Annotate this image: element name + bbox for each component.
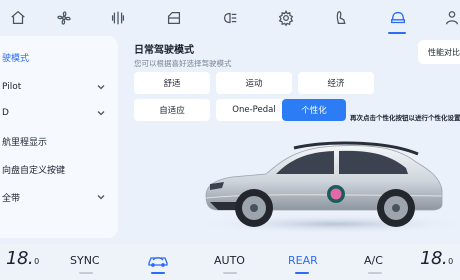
- rear-indicator: [295, 272, 309, 274]
- mode-comfort-button[interactable]: 舒适: [134, 72, 210, 94]
- chevron-down-icon: [97, 85, 105, 90]
- section-hint: 您可以根据喜好选择驾驶模式: [134, 59, 232, 68]
- seat-icon[interactable]: [330, 6, 354, 30]
- sidebar-item-drive-mode[interactable]: 驶模式: [0, 46, 118, 68]
- fan-icon[interactable]: [52, 6, 76, 30]
- sidebar-item-label: 向盘自定义按键: [2, 165, 66, 176]
- recirculation-indicator: [151, 272, 165, 274]
- vehicle-illustration: [194, 141, 454, 232]
- sidebar-item-label: 驶模式: [2, 53, 30, 64]
- drive-mode-panel: 日常驾驶模式 您可以根据喜好选择驾驶模式 性能对比 舒适 运动 经济 自适应 O…: [118, 36, 460, 238]
- mode-personalized-button[interactable]: 个性化: [282, 99, 346, 121]
- personalize-tip: 再次点击个性化按钮以进行个性化设置: [350, 114, 460, 122]
- top-function-bar: [0, 0, 460, 36]
- mode-one-pedal-button[interactable]: One-Pedal: [216, 99, 292, 121]
- sidebar-item-d[interactable]: D: [0, 102, 118, 124]
- auto-button[interactable]: AUTO: [214, 254, 245, 267]
- auto-indicator: [223, 272, 237, 274]
- ac-indicator: [368, 272, 382, 274]
- passenger-temp-decimal: 0: [448, 257, 453, 266]
- sidebar-item-label: 全带: [2, 193, 21, 204]
- performance-compare-button[interactable]: 性能对比: [418, 40, 460, 64]
- rear-button[interactable]: REAR: [288, 254, 318, 267]
- heated-seat-icon[interactable]: [106, 6, 130, 30]
- sidebar-item-label: 航里程显示: [2, 137, 48, 148]
- sidebar: 驶模式 Pilot D 航里程显示 向盘自定义按键 全带: [0, 36, 118, 238]
- sync-button[interactable]: SYNC: [70, 254, 100, 267]
- driver-temp-value: 18.: [6, 248, 34, 269]
- car-recirculation-icon[interactable]: [146, 252, 170, 268]
- home-icon[interactable]: [6, 6, 30, 30]
- section-title: 日常驾驶模式: [134, 45, 194, 56]
- sidebar-item-range-display[interactable]: 航里程显示: [0, 130, 118, 152]
- vehicle-drive-icon[interactable]: [386, 6, 410, 30]
- sidebar-item-label: D: [2, 108, 9, 118]
- person-icon[interactable]: [440, 6, 460, 30]
- mode-adaptive-button[interactable]: 自适应: [134, 99, 210, 121]
- sidebar-item-pilot[interactable]: Pilot: [0, 76, 118, 98]
- sidebar-item-label: Pilot: [2, 82, 22, 92]
- mode-eco-button[interactable]: 经济: [298, 72, 374, 94]
- active-tab-indicator: [388, 32, 406, 34]
- sync-indicator: [79, 272, 93, 274]
- headlight-icon[interactable]: [218, 6, 242, 30]
- chevron-down-icon: [97, 195, 105, 200]
- passenger-temperature[interactable]: 18.0: [420, 248, 453, 269]
- sidebar-item-seatbelt[interactable]: 全带: [0, 186, 118, 208]
- driver-temp-decimal: 0: [34, 257, 39, 266]
- chevron-down-icon: [97, 111, 105, 116]
- mode-sport-button[interactable]: 运动: [216, 72, 292, 94]
- vehicle-door-icon[interactable]: [162, 6, 186, 30]
- climate-bar: 18.0 SYNC AUTO REAR A/C 18.0: [0, 244, 460, 280]
- passenger-temp-value: 18.: [420, 248, 448, 269]
- sidebar-item-steering-custom-key[interactable]: 向盘自定义按键: [0, 158, 118, 180]
- settings-gear-icon[interactable]: [274, 6, 298, 30]
- ac-button[interactable]: A/C: [364, 254, 383, 267]
- driver-temperature[interactable]: 18.0: [6, 248, 39, 269]
